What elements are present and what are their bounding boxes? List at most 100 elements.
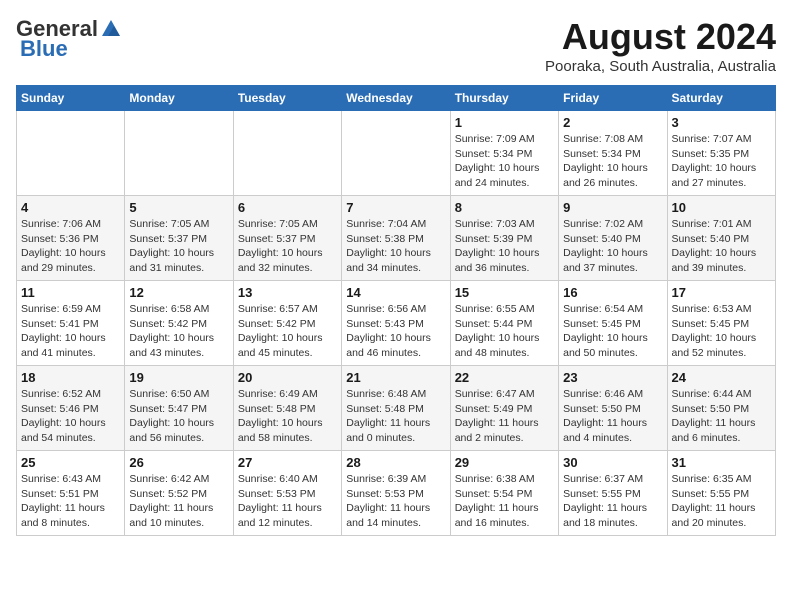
header-monday: Monday [125,86,233,111]
day-number: 17 [672,285,771,300]
day-info: Sunrise: 6:50 AM Sunset: 5:47 PM Dayligh… [129,387,228,446]
logo-icon [100,18,122,40]
calendar-cell-w5-d2: 26 Sunrise: 6:42 AM Sunset: 5:52 PM Dayli… [125,451,233,536]
day-info: Sunrise: 7:06 AM Sunset: 5:36 PM Dayligh… [21,217,120,276]
calendar-cell-w3-d4: 14 Sunrise: 6:56 AM Sunset: 5:43 PM Dayli… [342,281,450,366]
day-info: Sunrise: 7:05 AM Sunset: 5:37 PM Dayligh… [129,217,228,276]
day-info: Sunrise: 6:44 AM Sunset: 5:50 PM Dayligh… [672,387,771,446]
calendar-cell-w2-d7: 10Sunrise: 7:01 AM Sunset: 5:40 PM Dayli… [667,196,775,281]
day-number: 18 [21,370,120,385]
calendar-cell-w1-d2 [125,111,233,196]
day-info: Sunrise: 6:57 AM Sunset: 5:42 PM Dayligh… [238,302,337,361]
day-number: 6 [238,200,337,215]
calendar-cell-w4-d1: 18 Sunrise: 6:52 AM Sunset: 5:46 PM Dayli… [17,366,125,451]
day-info: Sunrise: 7:04 AM Sunset: 5:38 PM Dayligh… [346,217,445,276]
calendar-cell-w5-d6: 30 Sunrise: 6:37 AM Sunset: 5:55 PM Dayli… [559,451,667,536]
logo-blue: Blue [20,36,68,62]
calendar-cell-w3-d5: 15Sunrise: 6:55 AM Sunset: 5:44 PM Dayli… [450,281,558,366]
day-number: 21 [346,370,445,385]
header-wednesday: Wednesday [342,86,450,111]
calendar-cell-w2-d2: 5 Sunrise: 7:05 AM Sunset: 5:37 PM Daylig… [125,196,233,281]
calendar-cell-w2-d1: 4 Sunrise: 7:06 AM Sunset: 5:36 PM Daylig… [17,196,125,281]
calendar-cell-w3-d1: 11Sunrise: 6:59 AM Sunset: 5:41 PM Dayli… [17,281,125,366]
day-info: Sunrise: 6:39 AM Sunset: 5:53 PM Dayligh… [346,472,445,531]
day-number: 24 [672,370,771,385]
day-info: Sunrise: 7:03 AM Sunset: 5:39 PM Dayligh… [455,217,554,276]
day-info: Sunrise: 6:55 AM Sunset: 5:44 PM Dayligh… [455,302,554,361]
calendar-cell-w2-d5: 8 Sunrise: 7:03 AM Sunset: 5:39 PM Daylig… [450,196,558,281]
calendar-week-3: 11Sunrise: 6:59 AM Sunset: 5:41 PM Dayli… [17,281,776,366]
day-info: Sunrise: 6:43 AM Sunset: 5:51 PM Dayligh… [21,472,120,531]
day-info: Sunrise: 7:02 AM Sunset: 5:40 PM Dayligh… [563,217,662,276]
day-info: Sunrise: 6:40 AM Sunset: 5:53 PM Dayligh… [238,472,337,531]
calendar-cell-w2-d6: 9 Sunrise: 7:02 AM Sunset: 5:40 PM Daylig… [559,196,667,281]
calendar-cell-w2-d3: 6Sunrise: 7:05 AM Sunset: 5:37 PM Daylig… [233,196,341,281]
header-friday: Friday [559,86,667,111]
day-number: 9 [563,200,662,215]
logo: General Blue [16,16,122,62]
day-info: Sunrise: 7:07 AM Sunset: 5:35 PM Dayligh… [672,132,771,191]
day-number: 12 [129,285,228,300]
month-year-title: August 2024 [545,16,776,58]
title-section: August 2024 Pooraka, South Australia, Au… [545,16,776,75]
calendar-cell-w5-d3: 27 Sunrise: 6:40 AM Sunset: 5:53 PM Dayli… [233,451,341,536]
day-info: Sunrise: 7:09 AM Sunset: 5:34 PM Dayligh… [455,132,554,191]
header-tuesday: Tuesday [233,86,341,111]
calendar-cell-w1-d3 [233,111,341,196]
day-number: 13 [238,285,337,300]
day-number: 27 [238,455,337,470]
calendar-cell-w3-d6: 16Sunrise: 6:54 AM Sunset: 5:45 PM Dayli… [559,281,667,366]
day-number: 2 [563,115,662,130]
day-number: 3 [672,115,771,130]
calendar-week-2: 4 Sunrise: 7:06 AM Sunset: 5:36 PM Daylig… [17,196,776,281]
calendar-cell-w1-d4 [342,111,450,196]
calendar-cell-w3-d7: 17 Sunrise: 6:53 AM Sunset: 5:45 PM Dayli… [667,281,775,366]
day-number: 28 [346,455,445,470]
day-info: Sunrise: 7:08 AM Sunset: 5:34 PM Dayligh… [563,132,662,191]
day-number: 22 [455,370,554,385]
calendar-cell-w5-d4: 28 Sunrise: 6:39 AM Sunset: 5:53 PM Dayli… [342,451,450,536]
calendar-cell-w4-d6: 23 Sunrise: 6:46 AM Sunset: 5:50 PM Dayli… [559,366,667,451]
calendar-cell-w2-d4: 7 Sunrise: 7:04 AM Sunset: 5:38 PM Daylig… [342,196,450,281]
day-info: Sunrise: 6:59 AM Sunset: 5:41 PM Dayligh… [21,302,120,361]
day-info: Sunrise: 6:38 AM Sunset: 5:54 PM Dayligh… [455,472,554,531]
day-info: Sunrise: 6:42 AM Sunset: 5:52 PM Dayligh… [129,472,228,531]
day-number: 7 [346,200,445,215]
day-number: 14 [346,285,445,300]
day-number: 30 [563,455,662,470]
calendar-cell-w1-d1 [17,111,125,196]
day-info: Sunrise: 6:53 AM Sunset: 5:45 PM Dayligh… [672,302,771,361]
calendar-cell-w1-d7: 3 Sunrise: 7:07 AM Sunset: 5:35 PM Daylig… [667,111,775,196]
day-number: 29 [455,455,554,470]
page-header: General Blue August 2024 Pooraka, South … [16,16,776,75]
day-info: Sunrise: 6:56 AM Sunset: 5:43 PM Dayligh… [346,302,445,361]
day-number: 23 [563,370,662,385]
day-number: 26 [129,455,228,470]
calendar-cell-w5-d1: 25Sunrise: 6:43 AM Sunset: 5:51 PM Dayli… [17,451,125,536]
calendar-table: Sunday Monday Tuesday Wednesday Thursday… [16,85,776,536]
calendar-week-1: 1Sunrise: 7:09 AM Sunset: 5:34 PM Daylig… [17,111,776,196]
day-info: Sunrise: 6:37 AM Sunset: 5:55 PM Dayligh… [563,472,662,531]
day-info: Sunrise: 6:52 AM Sunset: 5:46 PM Dayligh… [21,387,120,446]
calendar-header-row: Sunday Monday Tuesday Wednesday Thursday… [17,86,776,111]
calendar-cell-w4-d4: 21 Sunrise: 6:48 AM Sunset: 5:48 PM Dayli… [342,366,450,451]
header-sunday: Sunday [17,86,125,111]
day-number: 20 [238,370,337,385]
calendar-cell-w5-d5: 29 Sunrise: 6:38 AM Sunset: 5:54 PM Dayli… [450,451,558,536]
day-number: 19 [129,370,228,385]
day-info: Sunrise: 6:58 AM Sunset: 5:42 PM Dayligh… [129,302,228,361]
calendar-cell-w3-d3: 13 Sunrise: 6:57 AM Sunset: 5:42 PM Dayli… [233,281,341,366]
calendar-week-5: 25Sunrise: 6:43 AM Sunset: 5:51 PM Dayli… [17,451,776,536]
day-number: 5 [129,200,228,215]
day-number: 10 [672,200,771,215]
calendar-cell-w1-d6: 2 Sunrise: 7:08 AM Sunset: 5:34 PM Daylig… [559,111,667,196]
header-thursday: Thursday [450,86,558,111]
calendar-cell-w3-d2: 12 Sunrise: 6:58 AM Sunset: 5:42 PM Dayli… [125,281,233,366]
day-info: Sunrise: 6:49 AM Sunset: 5:48 PM Dayligh… [238,387,337,446]
day-number: 8 [455,200,554,215]
day-number: 4 [21,200,120,215]
calendar-cell-w1-d5: 1Sunrise: 7:09 AM Sunset: 5:34 PM Daylig… [450,111,558,196]
day-info: Sunrise: 6:48 AM Sunset: 5:48 PM Dayligh… [346,387,445,446]
day-info: Sunrise: 6:46 AM Sunset: 5:50 PM Dayligh… [563,387,662,446]
day-info: Sunrise: 6:35 AM Sunset: 5:55 PM Dayligh… [672,472,771,531]
